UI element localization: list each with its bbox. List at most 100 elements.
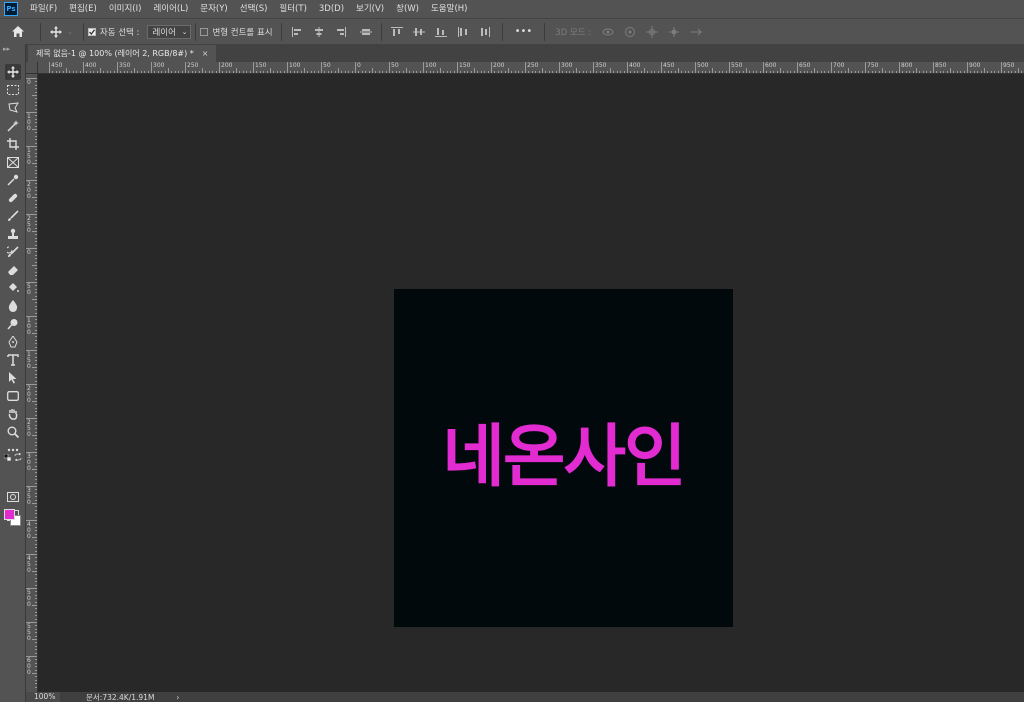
chevron-down-icon[interactable]: ⌄: [67, 28, 73, 36]
bandage-icon: [8, 193, 18, 203]
align-right-edges-button[interactable]: [335, 26, 347, 37]
swap-colors-button[interactable]: [14, 452, 22, 462]
distribute-vcenter-button[interactable]: [412, 27, 425, 37]
document-tab[interactable]: 제목 없음-1 @ 100% (레이어 2, RGB/8#) * ×: [28, 45, 217, 62]
lasso-tool-button[interactable]: [5, 100, 21, 116]
document-size-info[interactable]: 문서:732.4K/1.91M: [86, 692, 154, 702]
ruler-tick: [185, 62, 186, 73]
canvas-text-layer[interactable]: 네온사인: [442, 424, 686, 492]
pan-3d-button[interactable]: [645, 25, 659, 39]
horizontal-ruler[interactable]: 450 400 350 300 250 200 150 100 50 0 50 100 150 200 25…: [38, 62, 1024, 74]
pen-tool-button[interactable]: [5, 334, 21, 350]
distribute-left-button[interactable]: [457, 26, 469, 37]
history-brush-tool-button[interactable]: [5, 244, 21, 260]
more-options-button[interactable]: •••: [515, 26, 533, 37]
menu-file[interactable]: 파일(F): [24, 0, 63, 18]
crop-tool-button[interactable]: [5, 136, 21, 152]
menu-edit[interactable]: 편집(E): [63, 0, 103, 18]
status-bar: 100% 문서:732.4K/1.91M ›: [26, 692, 1024, 702]
orbit-3d-button[interactable]: [601, 25, 615, 39]
eyedropper-tool-button[interactable]: [5, 172, 21, 188]
ruler-tick: [287, 62, 288, 73]
slide-3d-button[interactable]: [667, 25, 681, 39]
menu-layer[interactable]: 레이어(L): [147, 0, 194, 18]
magnifier-icon: [7, 426, 19, 438]
menu-3d[interactable]: 3D(D): [313, 0, 350, 18]
marquee-tool-button[interactable]: [5, 82, 21, 98]
scale-3d-button[interactable]: [689, 25, 703, 39]
blur-tool-button[interactable]: [5, 298, 21, 314]
foreground-color-swatch[interactable]: [4, 509, 15, 520]
move-tool-button[interactable]: [5, 64, 21, 80]
panel-grip-icon[interactable]: ▸▸: [0, 44, 25, 60]
align-left-edges-button[interactable]: [291, 26, 303, 37]
auto-select-target-dropdown[interactable]: 레이어 ⌄: [147, 24, 192, 39]
ruler-label: 50: [391, 62, 399, 69]
ruler-tick: [797, 62, 798, 73]
path-selection-tool-button[interactable]: [5, 370, 21, 386]
ruler-label: 800: [901, 62, 913, 69]
frame-tool-button[interactable]: [5, 154, 21, 170]
brush-tool-button[interactable]: [5, 208, 21, 224]
ruler-label: 0: [27, 249, 31, 256]
menu-type[interactable]: 문자(Y): [194, 0, 233, 18]
distribute-right-button[interactable]: [479, 26, 491, 37]
type-t-icon: [7, 354, 19, 366]
distribute-bottom-button[interactable]: [434, 27, 447, 37]
menu-filter[interactable]: 필터(T): [273, 0, 312, 18]
distribute-top-button[interactable]: [390, 26, 403, 37]
rectangle-tool-button[interactable]: [5, 388, 21, 404]
magic-wand-icon: [7, 120, 19, 132]
dodge-tool-button[interactable]: [5, 316, 21, 332]
dodge-icon: [7, 319, 18, 330]
ruler-tick: [49, 62, 50, 73]
move-tool-preset-button[interactable]: [49, 25, 63, 39]
document-canvas[interactable]: 네온사인: [394, 289, 733, 627]
align-horizontal-centers-button[interactable]: [313, 26, 325, 37]
home-button[interactable]: [0, 19, 36, 45]
menu-window[interactable]: 창(W): [390, 0, 425, 18]
zoom-tool-button[interactable]: [5, 424, 21, 440]
show-transform-controls-checkbox[interactable]: [200, 27, 209, 36]
ruler-tick: [559, 62, 560, 73]
ruler-tick: [593, 62, 594, 73]
options-divider: [82, 22, 84, 41]
history-brush-icon: [7, 246, 19, 257]
ruler-origin[interactable]: [26, 62, 38, 74]
canvas-workspace[interactable]: 네온사인: [38, 74, 1024, 692]
auto-select-checkbox[interactable]: [87, 27, 96, 36]
type-tool-button[interactable]: [5, 352, 21, 368]
eraser-tool-button[interactable]: [5, 262, 21, 278]
close-tab-icon[interactable]: ×: [202, 49, 209, 58]
options-divider: [195, 22, 197, 41]
ruler-tick: [253, 62, 254, 73]
zoom-level-field[interactable]: 100%: [26, 692, 60, 702]
align-right-icon: [336, 26, 346, 37]
paint-bucket-icon: [9, 283, 19, 292]
move-icon: [7, 66, 19, 78]
frame-icon: [7, 156, 19, 168]
stamp-icon: [8, 228, 18, 239]
ruler-tick: [1001, 62, 1002, 73]
vertical-ruler[interactable]: 01 0 01 5 02 0 02 5 005 01 0 01 5 02 0 0…: [26, 74, 38, 692]
default-colors-button[interactable]: [3, 453, 12, 462]
menu-image[interactable]: 이미지(I): [103, 0, 148, 18]
ruler-tick: [729, 62, 730, 73]
quick-mask-button[interactable]: [5, 489, 21, 505]
menu-help[interactable]: 도움말(H): [425, 0, 473, 18]
menu-select[interactable]: 선택(S): [234, 0, 274, 18]
crop-icon: [7, 138, 19, 150]
clone-stamp-tool-button[interactable]: [5, 226, 21, 242]
options-divider: [380, 22, 382, 41]
ruler-tick: [491, 62, 492, 73]
healing-brush-tool-button[interactable]: [5, 190, 21, 206]
menu-view[interactable]: 보기(V): [350, 0, 390, 18]
roll-3d-button[interactable]: [623, 25, 637, 39]
ruler-label: 900: [969, 62, 981, 69]
magic-wand-tool-button[interactable]: [5, 118, 21, 134]
status-menu-arrow-icon[interactable]: ›: [176, 693, 179, 702]
eraser-icon: [8, 266, 18, 275]
hand-tool-button[interactable]: [5, 406, 21, 422]
align-vertical-centers-button[interactable]: [359, 27, 372, 37]
paint-bucket-tool-button[interactable]: [5, 280, 21, 296]
